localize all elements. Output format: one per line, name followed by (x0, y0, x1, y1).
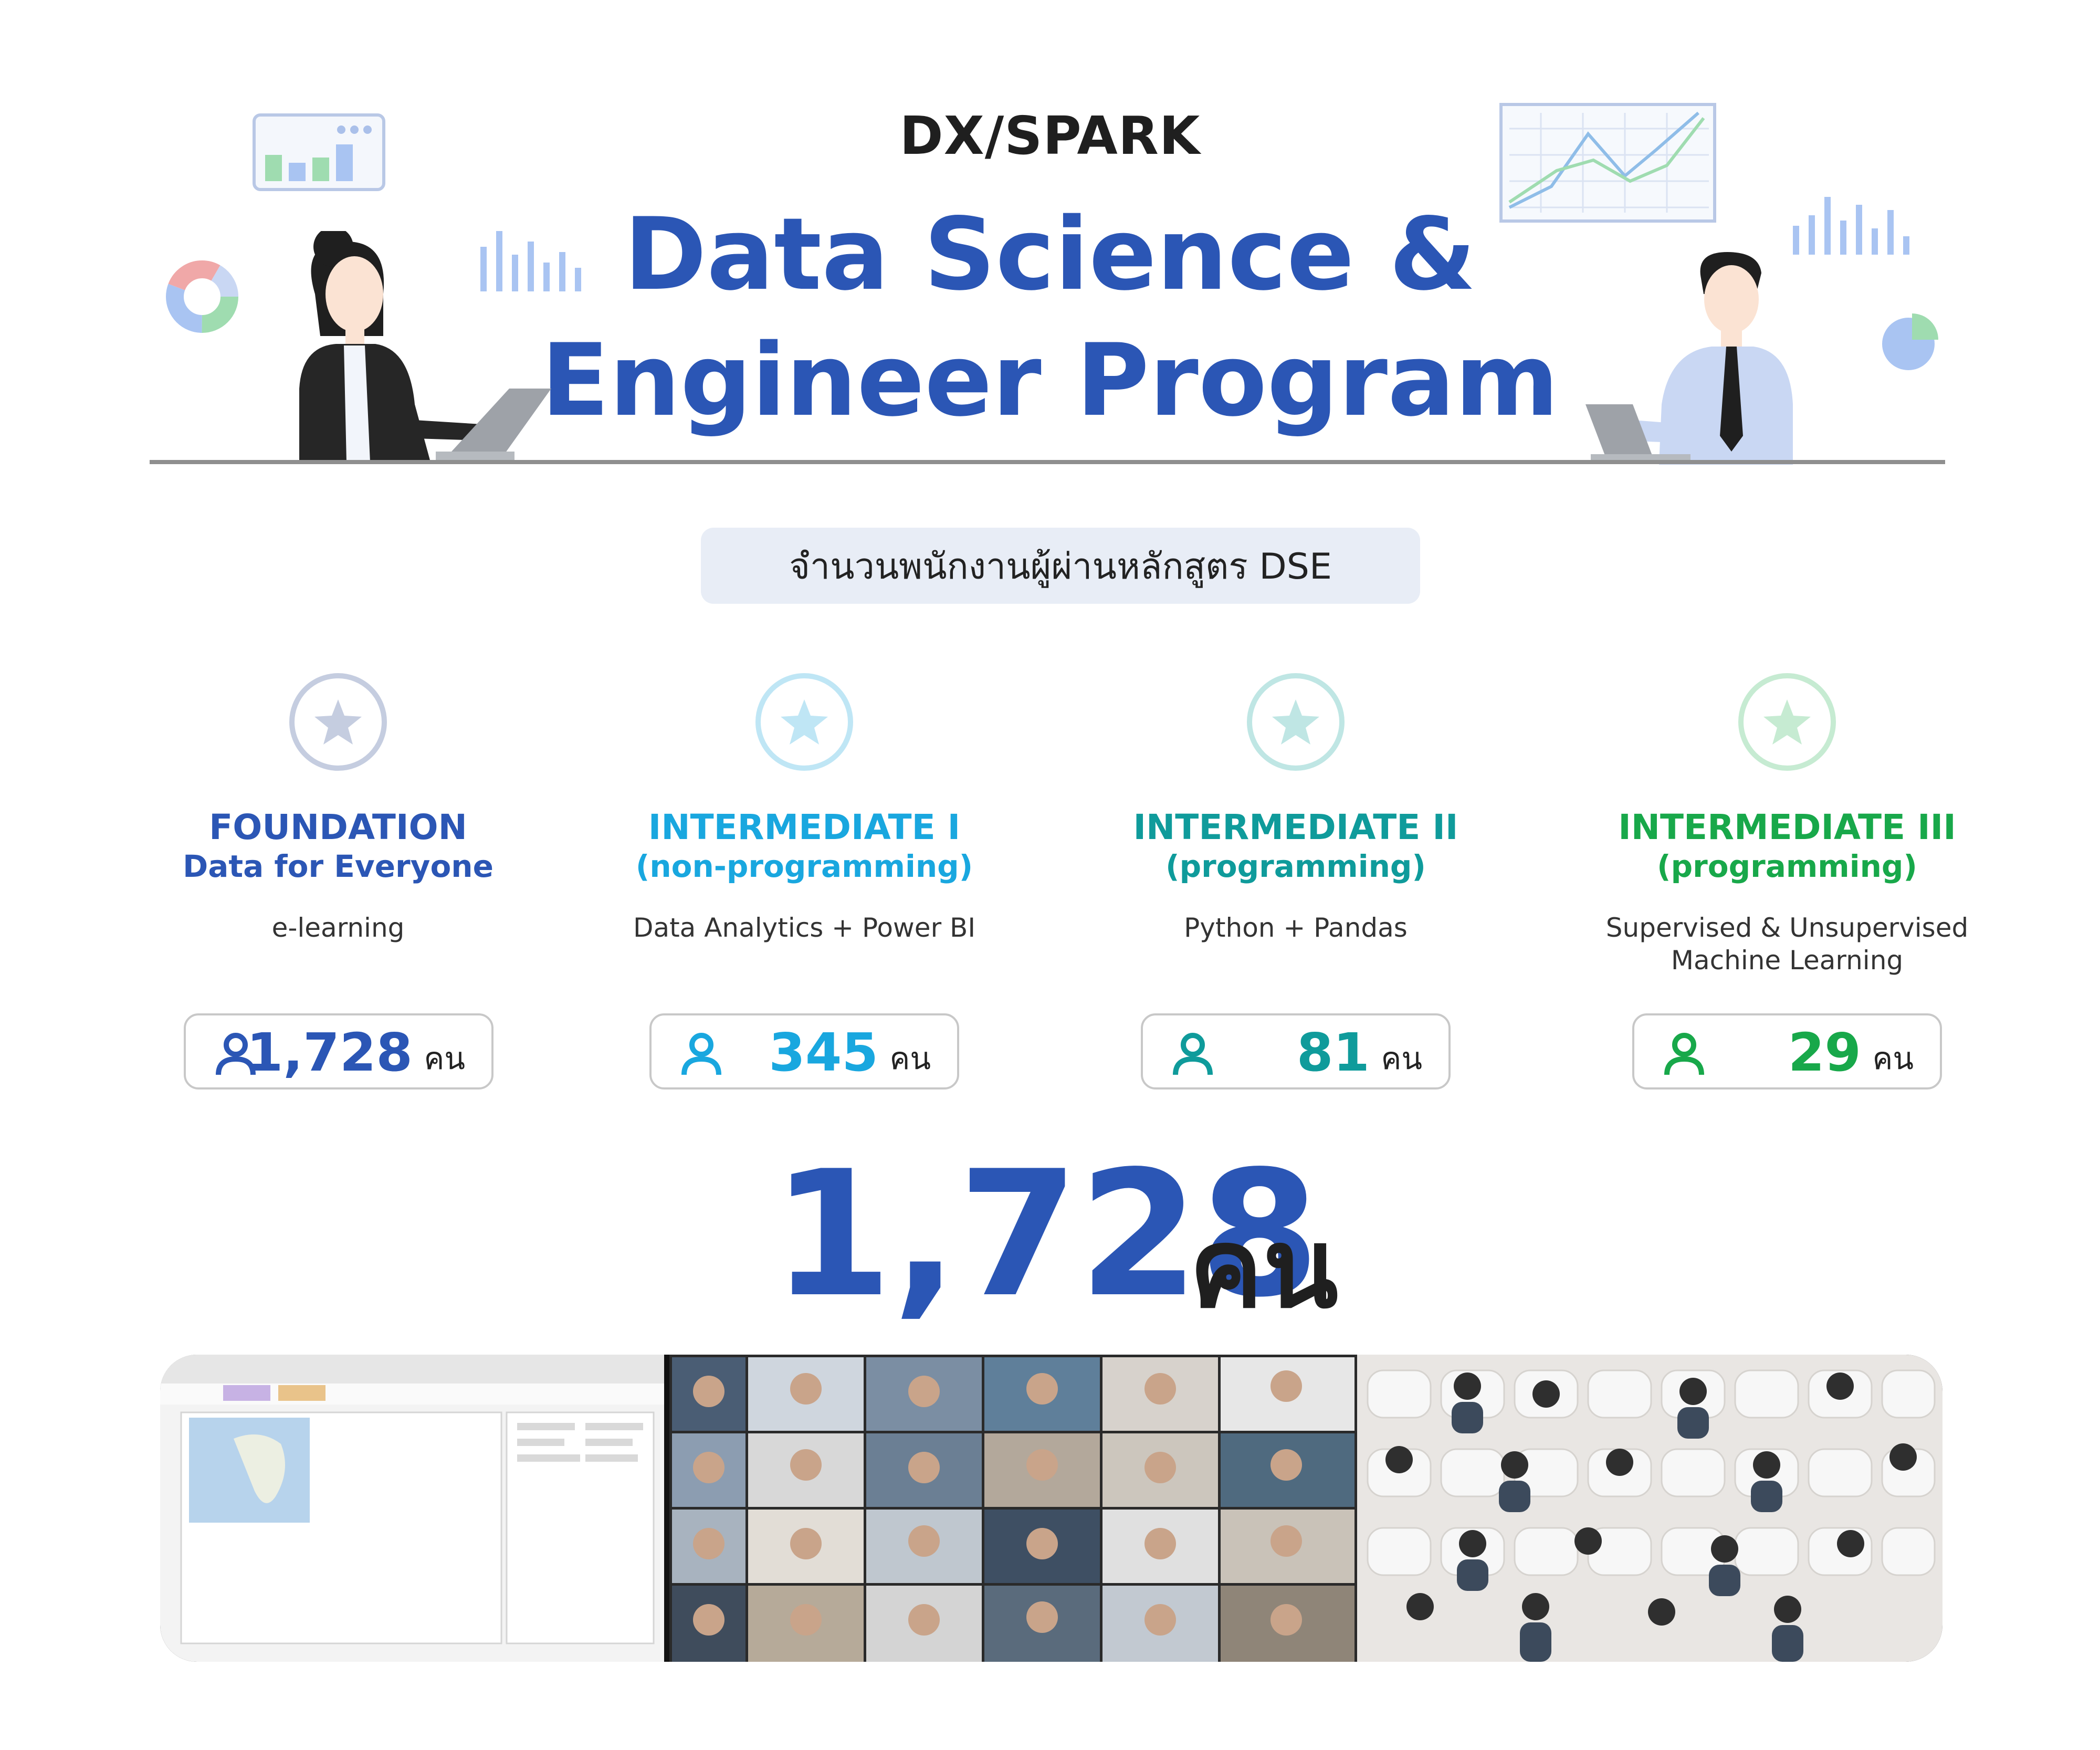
header-ground-line (150, 460, 1945, 464)
training-photos (160, 1355, 1942, 1662)
woman-laptop-illustration (299, 231, 551, 462)
level-description: Data Analytics + Power BI (633, 912, 976, 943)
star-badge-icon (755, 673, 853, 771)
level-description-line1: Supervised & Unsupervised (1605, 912, 1969, 943)
training-photo-strip (160, 1355, 1942, 1662)
count-box-intermediate-1: 345 คน (649, 1013, 959, 1089)
count-unit: คน (1872, 1041, 1914, 1076)
level-title: FOUNDATION (209, 807, 467, 847)
level-column-foundation: FOUNDATION Data for Everyone e-learning (102, 672, 574, 944)
classroom-photo (1357, 1355, 1942, 1662)
level-description-line2: Machine Learning (1671, 945, 1904, 976)
level-description: Python + Pandas (1184, 912, 1408, 943)
person-icon (1664, 1033, 1704, 1075)
count-box-intermediate-2: 81 คน (1141, 1013, 1451, 1089)
level-subtitle: (non-programming) (635, 848, 973, 884)
total-unit: คน (1189, 1204, 1339, 1333)
count-unit: คน (424, 1041, 465, 1076)
star-badge-icon (1738, 673, 1836, 771)
count-value: 345 (769, 1022, 878, 1083)
man-laptop-illustration (1586, 252, 1793, 465)
level-subtitle: (programming) (1166, 848, 1426, 884)
person-icon (1173, 1033, 1213, 1075)
pie-chart-icon (1882, 313, 1938, 370)
level-title: INTERMEDIATE III (1618, 807, 1956, 847)
count-unit: คน (889, 1041, 931, 1076)
star-badge-icon (289, 673, 387, 771)
level-subtitle: (programming) (1657, 848, 1917, 884)
summary-label: จำนวนพนักงานผู้ผ่านหลักสูตร DSE (701, 528, 1420, 604)
line-chart-window-icon (1499, 103, 1716, 223)
person-icon (681, 1033, 721, 1075)
donut-chart-icon (166, 260, 238, 333)
level-column-intermediate-1: INTERMEDIATE I (non-programming) Data An… (568, 672, 1041, 944)
level-title: INTERMEDIATE I (648, 807, 961, 847)
star-badge-icon (1247, 673, 1345, 771)
count-box-intermediate-3: 29 คน (1632, 1013, 1942, 1089)
level-title: INTERMEDIATE II (1133, 807, 1458, 847)
level-description: Supervised & Unsupervised Machine Learni… (1551, 911, 2023, 977)
bar-chart-window-icon (253, 113, 385, 191)
level-description: e-learning (271, 912, 405, 943)
level-column-intermediate-3: INTERMEDIATE III (programming) Supervise… (1551, 672, 2023, 977)
count-unit: คน (1381, 1041, 1422, 1076)
level-subtitle: Data for Everyone (183, 848, 494, 884)
count-value: 81 (1296, 1022, 1370, 1083)
count-value: 1,728 (246, 1022, 413, 1083)
count-value: 29 (1788, 1022, 1861, 1083)
count-box-foundation: 1,728 คน (184, 1013, 494, 1089)
video-call-grid (669, 1355, 1357, 1662)
level-column-intermediate-2: INTERMEDIATE II (programming) Python + P… (1059, 672, 1532, 944)
power-bi-screenshot (160, 1355, 669, 1662)
